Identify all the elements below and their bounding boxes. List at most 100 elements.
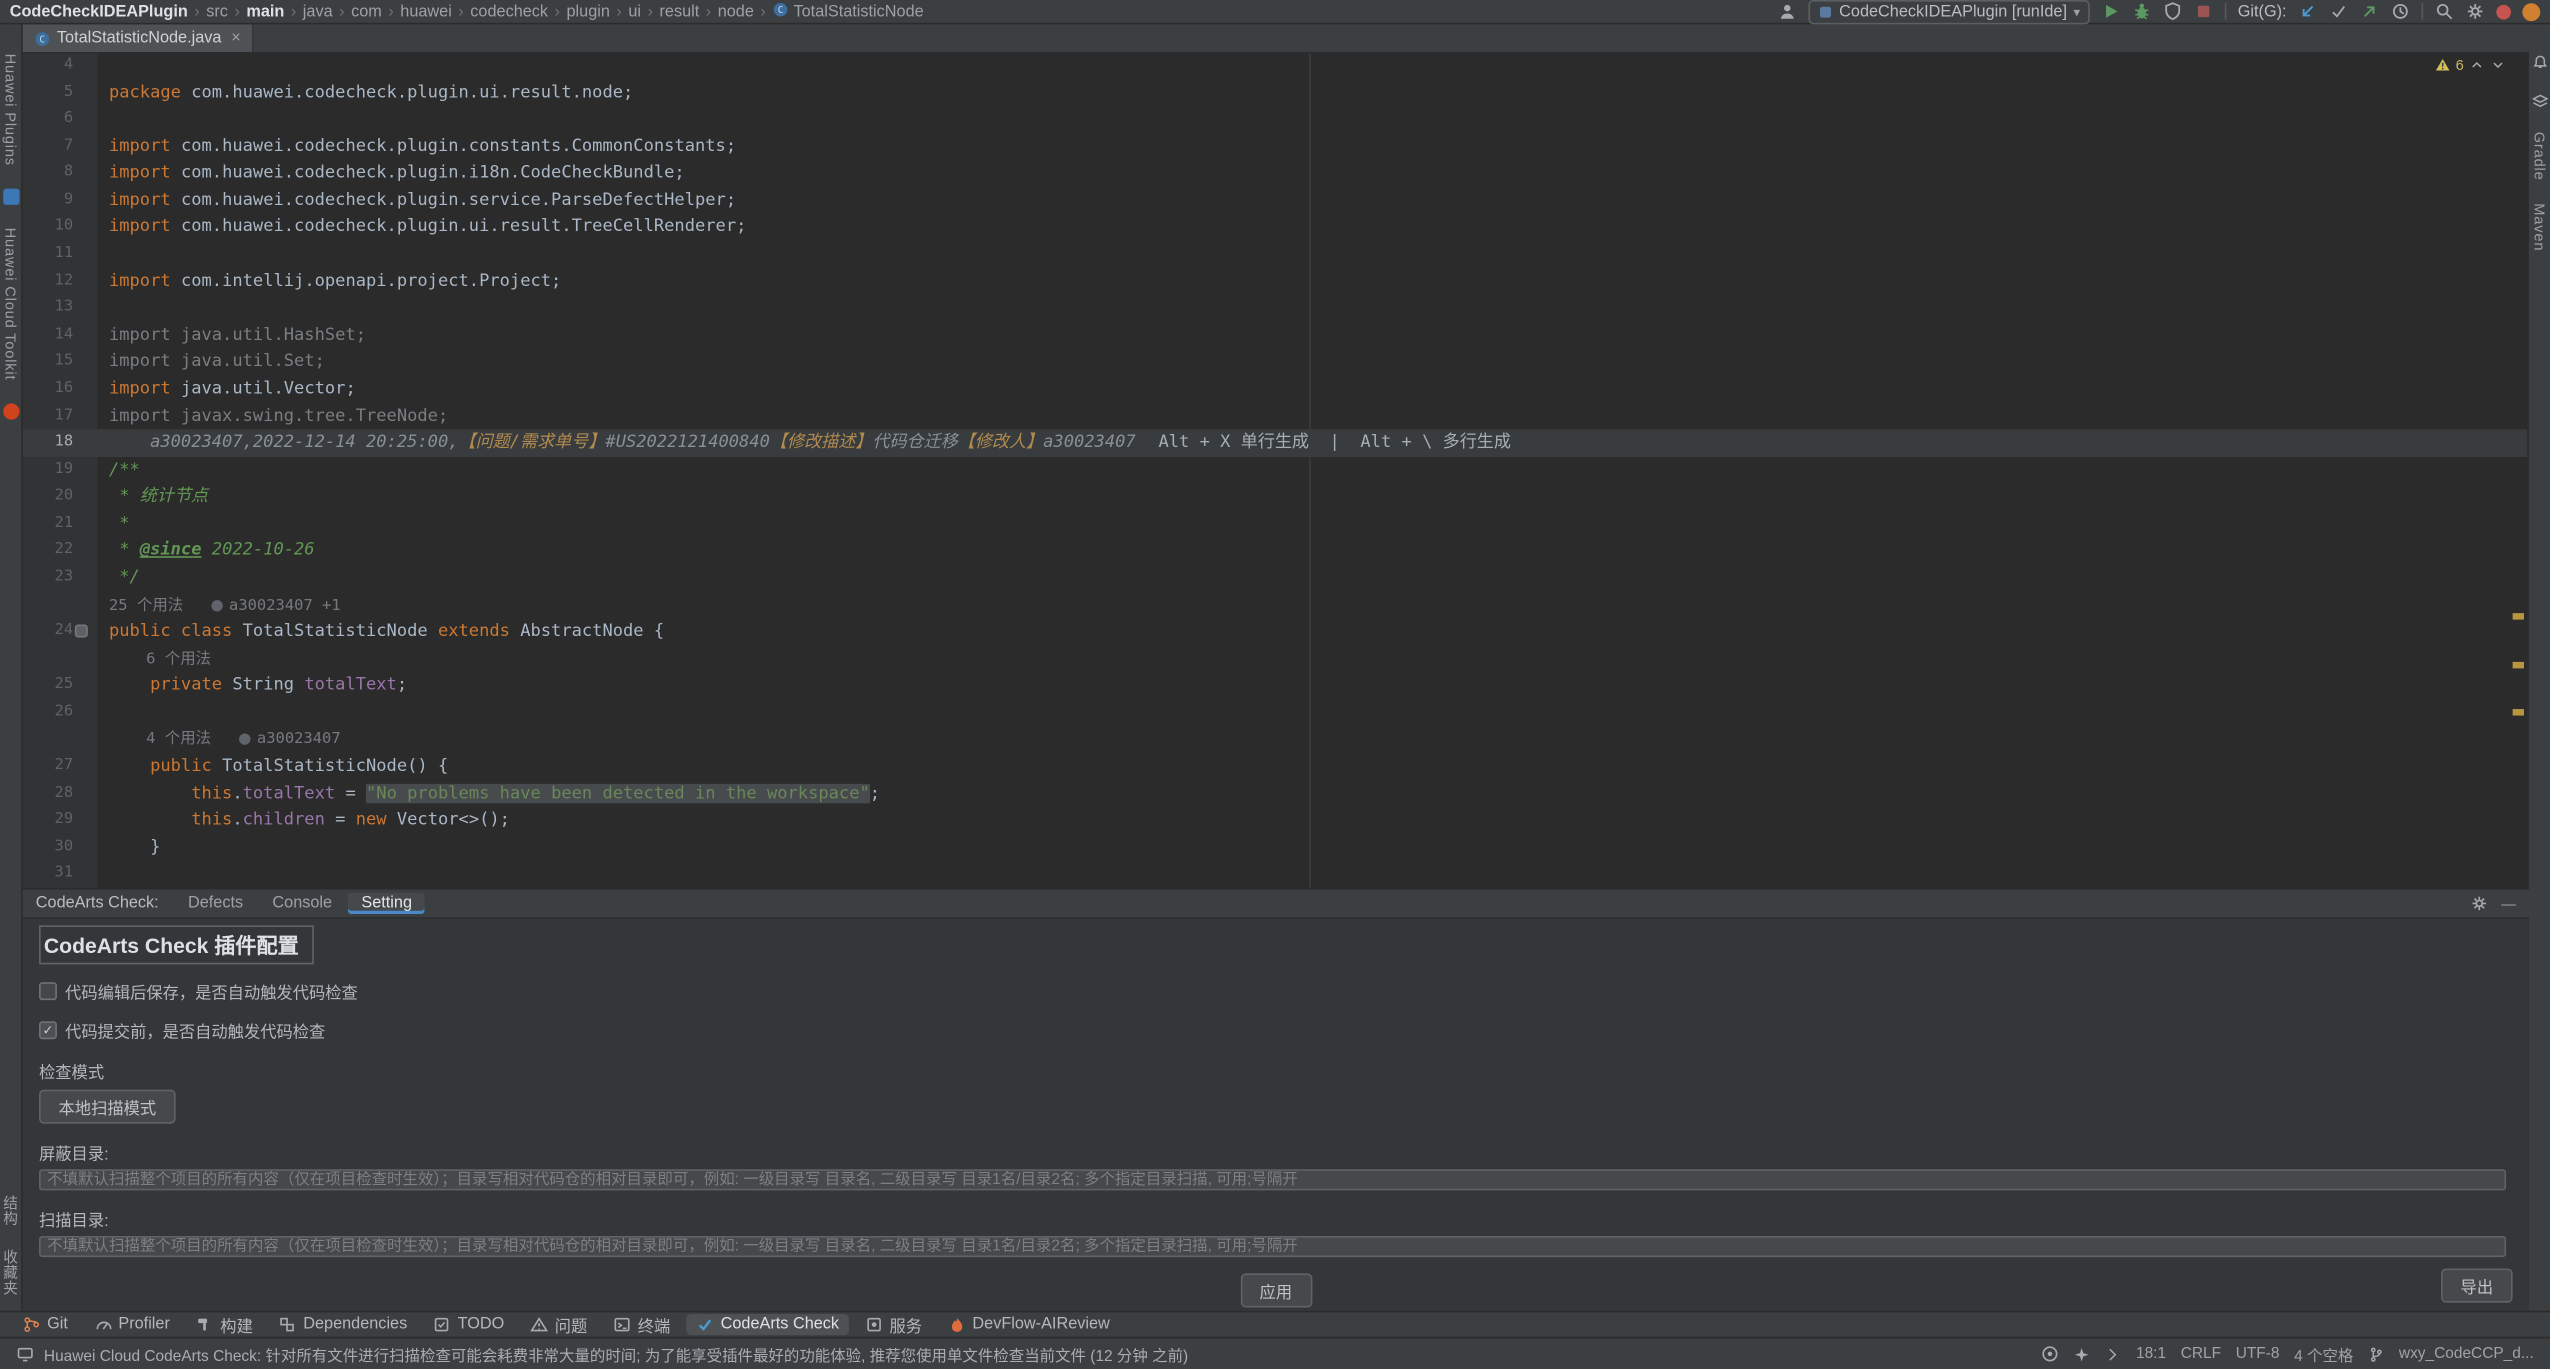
search-everywhere-icon[interactable] [2435,2,2455,22]
breadcrumb-item[interactable]: plugin [567,2,610,20]
expand-icon[interactable] [2105,1346,2121,1362]
separator [2422,3,2424,19]
layers-icon[interactable] [2531,93,2547,109]
panel-settings-icon[interactable] [2470,894,2488,912]
breadcrumb-item[interactable]: huawei [400,2,452,20]
code-text: public class TotalStatisticNode extends … [98,618,2529,645]
line-number [23,591,98,618]
history-icon[interactable] [2391,2,2411,22]
run-configuration-select[interactable]: CodeCheckIDEAPlugin [runIde] ▾ [1808,0,2089,24]
checkbox-unchecked-icon[interactable] [39,982,57,1000]
toolwindow-maven[interactable]: Maven [2531,203,2547,251]
code-editor[interactable]: 45package com.huawei.codecheck.plugin.ui… [23,52,2529,888]
breadcrumb-item[interactable]: src [206,2,228,20]
coverage-button[interactable] [2163,2,2183,22]
next-warning-icon[interactable] [2490,57,2506,73]
panel-header: CodeArts Check: DefectsConsoleSetting — [23,890,2529,919]
breadcrumb-item[interactable]: result [660,2,700,20]
toolwindow-button-profiler[interactable]: Profiler [84,1314,179,1335]
code-text [98,106,2529,133]
scan-dir-input[interactable] [39,1236,2506,1257]
inspection-widget[interactable]: 6 [2435,57,2507,73]
line-number: 16 [23,376,98,403]
toolwindow-button-devflow-aireview[interactable]: DevFlow-AIReview [938,1314,1119,1335]
line-number: 4 [23,52,98,79]
close-icon[interactable]: × [231,29,241,47]
user-icon[interactable] [1777,2,1797,22]
update-project-icon[interactable] [2298,2,2318,22]
code-text: import javax.swing.tree.TreeNode; [98,403,2529,430]
assistant-status-icon[interactable] [2042,1345,2060,1363]
panel-body: CodeArts Check 插件配置 代码编辑后保存，是否自动触发代码检查 ✓… [23,919,2529,1313]
breadcrumb-item[interactable]: java [303,2,333,20]
gutter-class-marker-icon[interactable] [75,625,88,638]
stop-button[interactable] [2194,2,2214,22]
toolwindow-gradle[interactable]: Gradle [2531,132,2547,181]
git-branch-name[interactable]: wxy_CodeCCP_d... [2399,1345,2534,1363]
toolwindow-button-问题[interactable]: 问题 [521,1311,597,1339]
panel-tab-console[interactable]: Console [259,893,345,914]
code-lines: 45package com.huawei.codecheck.plugin.ui… [23,52,2529,888]
code-line: 15import java.util.Set; [23,349,2529,376]
debug-button[interactable] [2132,2,2152,22]
breadcrumb-item[interactable]: node [718,2,754,20]
toolwindow-button-codearts-check[interactable]: CodeArts Check [686,1314,848,1335]
toolwindow-huawei-plugins[interactable]: Huawei Plugins [2,54,18,166]
notifications-icon[interactable] [2531,54,2547,70]
auto-check-on-commit-label: 代码提交前，是否自动触发代码检查 [65,1018,325,1042]
breadcrumb-item[interactable]: ui [628,2,641,20]
breadcrumb-separator: › [616,2,621,20]
export-button[interactable]: 导出 [2441,1268,2513,1302]
hide-panel-icon[interactable]: — [2501,895,2516,911]
apply-button[interactable]: 应用 [1240,1273,1312,1307]
breadcrumb-item[interactable]: codecheck [470,2,548,20]
toolwindow-structure[interactable]: 结构 [0,1195,21,1226]
caret-position[interactable]: 18:1 [2136,1345,2166,1363]
prev-warning-icon[interactable] [2469,57,2485,73]
line-number: 10 [23,214,98,241]
git-branch-icon [2368,1346,2384,1362]
huawei-icon[interactable] [2,403,18,419]
avatar[interactable] [2522,2,2540,20]
huawei-cloud-icon[interactable] [2,189,18,205]
indent-style[interactable]: 4 个空格 [2294,1342,2353,1365]
block-dir-input[interactable] [39,1169,2506,1190]
auto-check-on-save-row[interactable]: 代码编辑后保存，是否自动触发代码检查 [39,979,2513,1003]
code-line: 7import com.huawei.codecheck.plugin.cons… [23,133,2529,160]
breadcrumb-item[interactable]: main [246,2,284,20]
toolwindow-button-todo[interactable]: TODO [423,1314,514,1335]
panel-tab-defects[interactable]: Defects [175,893,256,914]
ai-suggestions-icon[interactable] [2074,1346,2090,1362]
toolwindow-button-服务[interactable]: 服务 [855,1311,931,1339]
run-config-icon [1818,4,1833,19]
toolwindow-favorites[interactable]: 收藏夹 [0,1248,21,1294]
toolwindow-huawei-cloud-toolkit[interactable]: Huawei Cloud Toolkit [2,228,18,381]
panel-tab-setting[interactable]: Setting [348,893,425,914]
checkbox-checked-icon[interactable]: ✓ [39,1021,57,1039]
breadcrumb-item[interactable]: com [351,2,382,20]
line-separator[interactable]: CRLF [2181,1345,2221,1363]
toolwindow-button-dependencies[interactable]: Dependencies [269,1314,417,1335]
toolwindow-button-终端[interactable]: 终端 [604,1311,680,1339]
code-hint-line: 4 个用法 a30023407 [23,726,2529,753]
commit-icon[interactable] [2329,2,2349,22]
editor-tab[interactable]: C TotalStatisticNode.java × [23,24,254,52]
toolwindow-button-构建[interactable]: 构建 [186,1311,262,1339]
code-text: 6 个用法 [98,645,2529,672]
local-scan-mode-button[interactable]: 本地扫描模式 [39,1090,176,1124]
scrollbar-warning-mark[interactable] [2513,709,2524,716]
status-message[interactable]: Huawei Cloud CodeArts Check: 针对所有文件进行扫描检… [44,1342,1188,1365]
auto-check-on-commit-row[interactable]: ✓ 代码提交前，是否自动触发代码检查 [39,1018,2513,1042]
breadcrumb-item[interactable]: CodeCheckIDEAPlugin [10,2,188,20]
push-icon[interactable] [2360,2,2380,22]
run-button[interactable] [2101,2,2121,22]
left-tool-strip: Huawei Plugins Huawei Cloud Toolkit 结构 收… [0,24,23,1310]
file-encoding[interactable]: UTF-8 [2236,1345,2280,1363]
toolwindow-button-git[interactable]: Git [13,1314,78,1335]
breadcrumb-item[interactable]: CTotalStatisticNode [772,2,923,22]
scrollbar-warning-mark[interactable] [2513,613,2524,620]
main-toolbar: CodeCheckIDEAPlugin›src›main›java›com›hu… [0,0,2550,24]
svg-text:C: C [778,5,784,16]
settings-icon[interactable] [2465,2,2485,22]
scrollbar-warning-mark[interactable] [2513,662,2524,669]
